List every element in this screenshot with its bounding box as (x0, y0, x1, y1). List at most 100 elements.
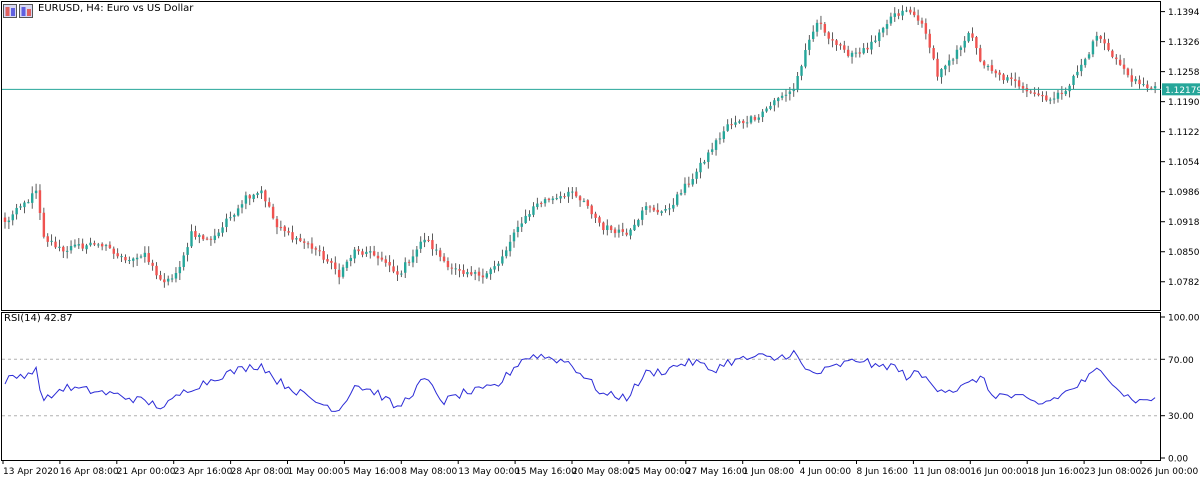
bull-candle (349, 257, 353, 262)
bull-candle (532, 206, 535, 215)
bear-candle (652, 207, 656, 211)
bull-candle (516, 226, 520, 232)
bear-candle (897, 13, 900, 16)
bear-candle (625, 232, 628, 235)
bull-candle (466, 272, 469, 275)
bull-candle (963, 40, 966, 48)
bear-candle (1017, 80, 1021, 87)
bull-candle (419, 241, 422, 249)
bear-candle (306, 243, 310, 245)
bull-candle (769, 105, 772, 109)
bear-candle (470, 272, 473, 275)
bear-candle (1099, 36, 1102, 39)
chart-windows-icon[interactable] (3, 3, 33, 18)
bear-candle (590, 205, 593, 215)
bull-candle (1006, 77, 1009, 81)
bear-candle (827, 32, 830, 39)
bear-candle (1045, 95, 1048, 101)
bear-candle (330, 260, 333, 263)
price-tick-label: 1.13940 (1168, 8, 1200, 18)
time-tick-label: 1 May 00:00 (288, 467, 344, 477)
bull-candle (166, 278, 170, 282)
price-tick-label: 1.12580 (1168, 68, 1200, 78)
bull-candle (804, 50, 807, 67)
bear-candle (431, 240, 434, 250)
bull-candle (178, 266, 182, 274)
bear-candle (994, 70, 998, 74)
bull-candle (683, 183, 687, 193)
bear-candle (547, 198, 551, 201)
bull-candle (749, 116, 753, 123)
bear-candle (205, 238, 209, 240)
bear-candle (563, 196, 566, 198)
time-tick-label: 16 Jun 00:00 (970, 467, 1027, 477)
bull-candle (19, 206, 22, 208)
bear-candle (384, 259, 387, 263)
bear-candle (1130, 75, 1134, 82)
bear-candle (920, 20, 924, 24)
bull-candle (58, 246, 61, 248)
bull-candle (951, 59, 955, 61)
bear-candle (1107, 42, 1110, 50)
bear-candle (201, 235, 205, 240)
bear-candle (1021, 86, 1025, 89)
bull-candle (411, 256, 415, 263)
chart-canvas[interactable]: 1.13940 1.13260 1.12580 1.11900 1.11220 1.105… (0, 0, 1200, 480)
bull-candle (986, 66, 990, 68)
bear-candle (1010, 77, 1013, 79)
bear-candle (823, 24, 827, 33)
chart-window[interactable]: 1.13940 1.13260 1.12580 1.11900 1.11220 1.105… (0, 0, 1200, 480)
bear-candle (438, 250, 442, 257)
bear-candle (621, 229, 625, 232)
bear-candle (81, 243, 84, 249)
bull-candle (1134, 78, 1137, 82)
bear-candle (971, 33, 974, 38)
bear-candle (318, 250, 321, 252)
bear-candle (990, 65, 994, 72)
bull-candle (1083, 59, 1087, 66)
bear-candle (602, 222, 605, 231)
bull-candle (815, 22, 819, 32)
time-tick-label: 13 Apr 2020 (3, 467, 59, 477)
bear-candle (287, 231, 290, 233)
time-tick-label: 23 Apr 16:00 (174, 467, 233, 477)
bull-candle (734, 122, 737, 125)
bull-candle (800, 66, 803, 76)
bear-candle (326, 259, 329, 262)
bear-candle (609, 226, 613, 231)
bull-candle (120, 256, 123, 258)
bull-candle (260, 190, 263, 194)
bull-candle (30, 193, 34, 203)
bull-candle (761, 111, 764, 118)
bear-candle (462, 270, 465, 274)
bull-candle (714, 140, 718, 150)
bull-candle (65, 250, 69, 252)
bear-candle (1002, 74, 1005, 81)
bear-candle (299, 238, 302, 242)
bear-candle (835, 40, 838, 45)
bear-candle (314, 248, 318, 250)
bull-candle (341, 267, 345, 277)
bull-candle (1049, 99, 1052, 101)
bull-candle (528, 214, 531, 217)
price-tick-label: 1.07820 (1168, 278, 1200, 288)
bear-candle (108, 244, 112, 249)
bull-candle (508, 241, 512, 252)
current-price-label: 1.12179 (1165, 86, 1200, 96)
bear-candle (1115, 57, 1118, 60)
bull-candle (874, 40, 877, 42)
bear-candle (396, 271, 399, 275)
time-tick-label: 11 Jun 08:00 (913, 467, 970, 477)
bull-candle (777, 98, 780, 102)
bear-candle (291, 232, 294, 240)
bull-candle (1153, 86, 1157, 89)
bull-candle (505, 250, 508, 257)
bull-candle (808, 39, 811, 50)
bull-candle (617, 229, 621, 233)
bull-candle (959, 47, 963, 50)
bear-candle (159, 275, 162, 280)
bear-candle (310, 243, 314, 249)
bear-candle (932, 48, 935, 59)
price-tick-label: 1.13260 (1168, 38, 1200, 48)
bear-candle (46, 236, 49, 242)
